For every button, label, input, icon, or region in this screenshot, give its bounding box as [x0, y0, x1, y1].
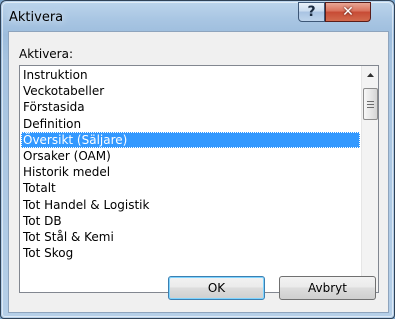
help-button[interactable]: ? [298, 2, 325, 22]
list-item[interactable]: Veckotabeller [21, 83, 360, 99]
triangle-up-icon [367, 72, 374, 77]
vertical-scrollbar[interactable] [361, 66, 378, 292]
list-item[interactable]: Förstasida [21, 99, 360, 115]
list-items: Instruktion Veckotabeller Förstasida Defini… [21, 67, 360, 291]
list-item[interactable]: Tot Handel & Logistik [21, 197, 360, 213]
list-item[interactable]: Tot Skog [21, 245, 360, 261]
grip-lines-icon [367, 100, 374, 108]
cancel-button[interactable]: Avbryt [279, 276, 376, 300]
close-icon: ✕ [342, 4, 354, 20]
dialog-window: Aktivera ? ✕ Aktivera: Instruktion Veckot… [0, 0, 395, 319]
list-item[interactable]: Orsaker (OAM) [21, 148, 360, 164]
ok-button[interactable]: OK [168, 276, 265, 300]
question-mark-icon: ? [307, 4, 316, 20]
list-item-selected[interactable]: Översikt (Säljare) [21, 131, 360, 148]
list-label: Aktivera: [19, 47, 74, 61]
sheet-listbox[interactable]: Instruktion Veckotabeller Förstasida Defini… [19, 65, 379, 293]
list-item[interactable]: Tot DB [21, 213, 360, 229]
scroll-up-button[interactable] [362, 66, 379, 83]
window-title: Aktivera [9, 10, 64, 25]
scroll-thumb[interactable] [363, 88, 378, 120]
list-item[interactable]: Tot Stål & Kemi [21, 229, 360, 245]
list-item[interactable]: Historik medel [21, 164, 360, 180]
list-item[interactable]: Totalt [21, 180, 360, 196]
close-button[interactable]: ✕ [325, 2, 371, 22]
dialog-body: Aktivera: Instruktion Veckotabeller Första… [8, 31, 389, 313]
list-item[interactable]: Instruktion [21, 67, 360, 83]
list-item[interactable]: Definition [21, 116, 360, 132]
